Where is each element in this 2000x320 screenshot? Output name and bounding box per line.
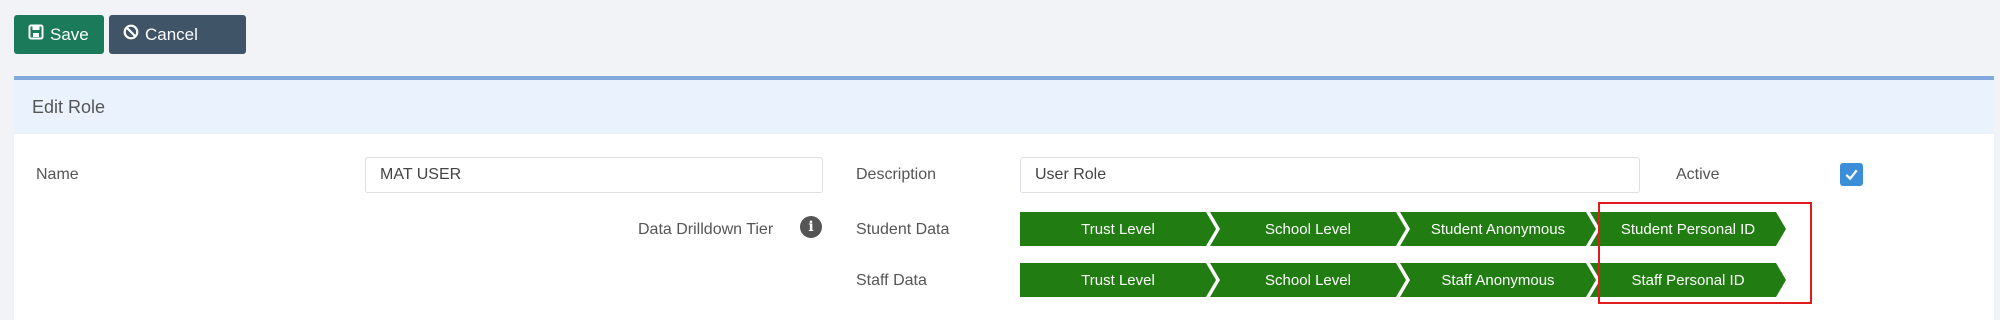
- active-label: Active: [1676, 166, 1720, 183]
- name-label: Name: [36, 166, 79, 183]
- staff-tier-trust-level[interactable]: Trust Level: [1020, 263, 1216, 297]
- name-input[interactable]: [365, 157, 823, 193]
- save-icon: [28, 24, 44, 45]
- save-button-label: Save: [50, 24, 89, 44]
- info-icon[interactable]: i: [800, 216, 822, 238]
- data-drilldown-tier-label: Data Drilldown Tier: [638, 221, 774, 238]
- cancel-button-label: Cancel: [145, 24, 198, 44]
- student-data-label: Student Data: [856, 221, 950, 238]
- save-button[interactable]: Save: [14, 15, 104, 54]
- staff-tier-staff-personal-id[interactable]: Staff Personal ID: [1590, 263, 1786, 297]
- cancel-icon: [123, 24, 139, 45]
- active-checkbox[interactable]: [1840, 163, 1863, 186]
- description-label: Description: [856, 166, 937, 183]
- panel-title: Edit Role: [14, 80, 1994, 134]
- cancel-button[interactable]: Cancel: [109, 15, 246, 54]
- student-tier-student-anonymous[interactable]: Student Anonymous: [1400, 212, 1596, 246]
- description-input[interactable]: [1020, 157, 1640, 193]
- toolbar: Save Cancel: [14, 15, 246, 54]
- staff-tier-school-level[interactable]: School Level: [1210, 263, 1406, 297]
- staff-data-tiers: Trust Level School Level Staff Anonymous…: [1020, 263, 1786, 297]
- student-tier-school-level[interactable]: School Level: [1210, 212, 1406, 246]
- staff-data-label: Staff Data: [856, 272, 927, 289]
- student-tier-student-personal-id[interactable]: Student Personal ID: [1590, 212, 1786, 246]
- checkmark-icon: [1845, 169, 1858, 181]
- staff-tier-staff-anonymous[interactable]: Staff Anonymous: [1400, 263, 1596, 297]
- student-data-tiers: Trust Level School Level Student Anonymo…: [1020, 212, 1786, 246]
- student-tier-trust-level[interactable]: Trust Level: [1020, 212, 1216, 246]
